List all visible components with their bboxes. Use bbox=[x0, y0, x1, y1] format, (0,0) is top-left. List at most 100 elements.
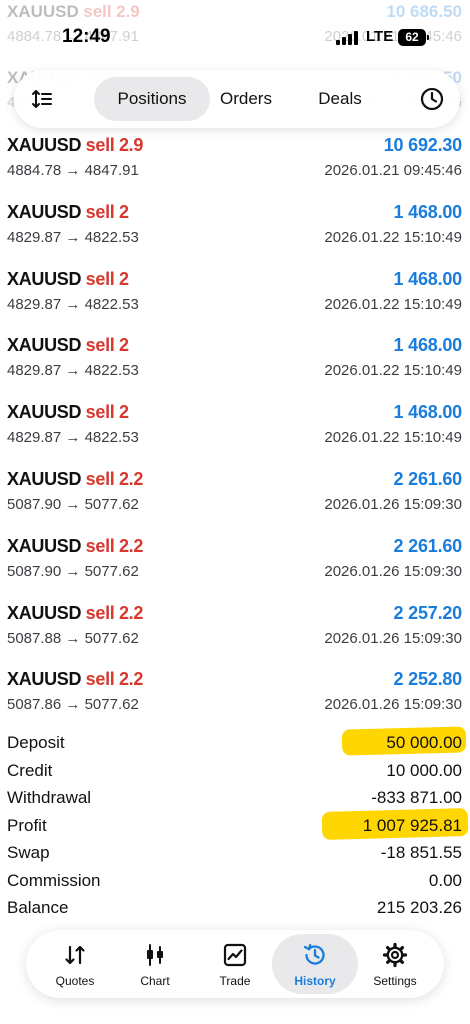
deal-side: sell bbox=[85, 602, 115, 623]
price-arrow: → bbox=[65, 495, 81, 513]
nav-quotes[interactable]: Quotes bbox=[32, 934, 118, 994]
ghost-side: sell bbox=[83, 2, 112, 21]
deal-time: 2026.01.21 09:45:46 bbox=[324, 162, 462, 179]
nav-label: Quotes bbox=[55, 974, 95, 988]
summary-value: 10 000.00 bbox=[386, 760, 462, 780]
deal-profit: 10 692.30 bbox=[383, 135, 462, 155]
network-type: LTE bbox=[366, 28, 394, 45]
deal-time: 2026.01.22 15:10:49 bbox=[324, 228, 462, 246]
deal-time: 2026.01.22 15:10:49 bbox=[324, 295, 462, 313]
summary-withdrawal: Withdrawal -833 871.00 bbox=[0, 785, 470, 813]
status-bar: 12:49 LTE 62 bbox=[0, 22, 470, 52]
summary-credit: Credit 10 000.00 bbox=[0, 758, 470, 786]
deal-row[interactable]: XAUUSD sell 2.2 2 261.60 5087.90 → 5077.… bbox=[0, 465, 470, 532]
tab-orders[interactable]: Orders bbox=[194, 77, 298, 121]
history-tab-bar: Positions Orders Deals bbox=[14, 70, 460, 128]
deal-row[interactable]: XAUUSD sell 2.9 10 692.30 4884.78 → 4847… bbox=[0, 131, 470, 198]
deal-side: sell bbox=[85, 468, 115, 489]
deal-row[interactable]: XAUUSD sell 2 1 468.00 4829.87 → 4822.53… bbox=[0, 331, 470, 398]
deal-price-open: 5087.86 bbox=[7, 696, 62, 714]
deal-row[interactable]: XAUUSD sell 2.2 2 252.80 5087.86 → 5077.… bbox=[0, 665, 470, 732]
deal-volume: 2.2 bbox=[118, 535, 144, 556]
deal-price-close: 5077.62 bbox=[84, 629, 139, 647]
price-arrow: → bbox=[65, 429, 81, 447]
deal-side: sell bbox=[85, 535, 115, 556]
deal-volume: 2.2 bbox=[118, 602, 144, 623]
summary-value: -833 871.00 bbox=[371, 788, 462, 807]
deal-row[interactable]: XAUUSD sell 2.2 2 261.60 5087.90 → 5077.… bbox=[0, 532, 470, 599]
price-arrow: → bbox=[65, 295, 81, 313]
summary-label: Commission bbox=[7, 870, 101, 890]
deal-price-open: 5087.90 bbox=[7, 495, 62, 513]
nav-trade[interactable]: Trade bbox=[192, 934, 278, 994]
deal-side: sell bbox=[85, 402, 115, 423]
nav-history[interactable]: History bbox=[272, 934, 358, 994]
deal-side: sell bbox=[85, 335, 115, 356]
summary-label: Withdrawal bbox=[7, 788, 92, 807]
deal-side: sell bbox=[85, 268, 115, 289]
deal-symbol: XAUUSD bbox=[7, 335, 82, 356]
summary-balance: Balance 215 203.26 bbox=[0, 895, 470, 923]
deal-row[interactable]: XAUUSD sell 2 1 468.00 4829.87 → 4822.53… bbox=[0, 398, 470, 465]
deal-price-close: 5077.62 bbox=[84, 696, 139, 714]
deal-row[interactable]: XAUUSD sell 2.2 2 257.20 5087.88 → 5077.… bbox=[0, 599, 470, 666]
deal-symbol: XAUUSD bbox=[7, 402, 82, 423]
summary-value: -18 851.55 bbox=[380, 843, 462, 862]
deal-row[interactable]: XAUUSD sell 2 1 468.00 4829.87 → 4822.53… bbox=[0, 265, 470, 332]
nav-chart[interactable]: Chart bbox=[112, 934, 198, 994]
deal-symbol: XAUUSD bbox=[7, 468, 82, 489]
deal-time: 2026.01.22 15:10:49 bbox=[324, 362, 462, 380]
deal-row[interactable]: XAUUSD sell 2 1 468.00 4829.87 → 4822.53… bbox=[0, 198, 470, 265]
clock-icon bbox=[420, 87, 444, 111]
cellular-signal-icon bbox=[336, 31, 358, 45]
deal-volume: 2.2 bbox=[118, 669, 144, 690]
deal-price-close: 4822.53 bbox=[84, 362, 139, 380]
deal-time: 2026.01.26 15:09:30 bbox=[324, 696, 462, 714]
deal-price-close: 5077.62 bbox=[84, 495, 139, 513]
deal-side: sell bbox=[85, 201, 115, 222]
deal-symbol: XAUUSD bbox=[7, 135, 82, 155]
nav-settings[interactable]: Settings bbox=[352, 934, 438, 994]
period-button[interactable] bbox=[410, 77, 454, 121]
deal-profit: 1 468.00 bbox=[393, 201, 463, 222]
deal-side: sell bbox=[85, 135, 115, 155]
ghost-symbol: XAUUSD bbox=[7, 2, 79, 21]
account-summary: Deposit 50 000.00 Credit 10 000.00 Withd… bbox=[0, 726, 470, 923]
tab-positions[interactable]: Positions bbox=[94, 77, 210, 121]
deal-profit: 1 468.00 bbox=[393, 335, 463, 356]
deal-profit: 2 261.60 bbox=[393, 468, 463, 489]
deal-price-open: 4829.87 bbox=[7, 295, 62, 313]
deal-volume: 2.2 bbox=[118, 468, 144, 489]
deal-symbol: XAUUSD bbox=[7, 268, 82, 289]
deal-profit: 1 468.00 bbox=[393, 402, 463, 423]
price-arrow: → bbox=[65, 629, 81, 647]
sort-button[interactable] bbox=[20, 77, 64, 121]
deal-symbol: XAUUSD bbox=[7, 602, 82, 623]
deal-price-open: 5087.90 bbox=[7, 562, 62, 580]
summary-swap: Swap -18 851.55 bbox=[0, 840, 470, 868]
deal-symbol: XAUUSD bbox=[7, 201, 82, 222]
deal-time: 2026.01.26 15:09:30 bbox=[324, 495, 462, 513]
tab-deals[interactable]: Deals bbox=[292, 77, 388, 121]
summary-value: 0.00 bbox=[428, 870, 462, 890]
ghost-profit: 10 686.50 bbox=[386, 2, 462, 21]
summary-value: 50 000.00 bbox=[386, 733, 462, 752]
bottom-navigation: Quotes Chart Trade History Settings bbox=[26, 930, 444, 998]
ghost-volume: 2.9 bbox=[116, 2, 140, 21]
chart-icon bbox=[147, 944, 163, 966]
deal-volume: 2 bbox=[118, 268, 129, 289]
price-arrow: → bbox=[65, 696, 81, 714]
deal-price-open: 5087.88 bbox=[7, 629, 62, 647]
nav-label: History bbox=[294, 974, 336, 988]
history-icon bbox=[303, 943, 325, 965]
quotes-icon bbox=[65, 945, 85, 965]
deal-time: 2026.01.26 15:09:30 bbox=[324, 562, 462, 580]
deal-price-open: 4829.87 bbox=[7, 228, 62, 246]
deal-time: 2026.01.22 15:10:49 bbox=[324, 429, 462, 447]
battery-icon: 62 bbox=[398, 29, 429, 46]
deal-volume: 2 bbox=[118, 402, 129, 423]
nav-label: Chart bbox=[140, 974, 170, 988]
summary-commission: Commission 0.00 bbox=[0, 868, 470, 896]
deal-price-open: 4884.78 bbox=[7, 162, 62, 179]
price-arrow: → bbox=[65, 228, 81, 246]
